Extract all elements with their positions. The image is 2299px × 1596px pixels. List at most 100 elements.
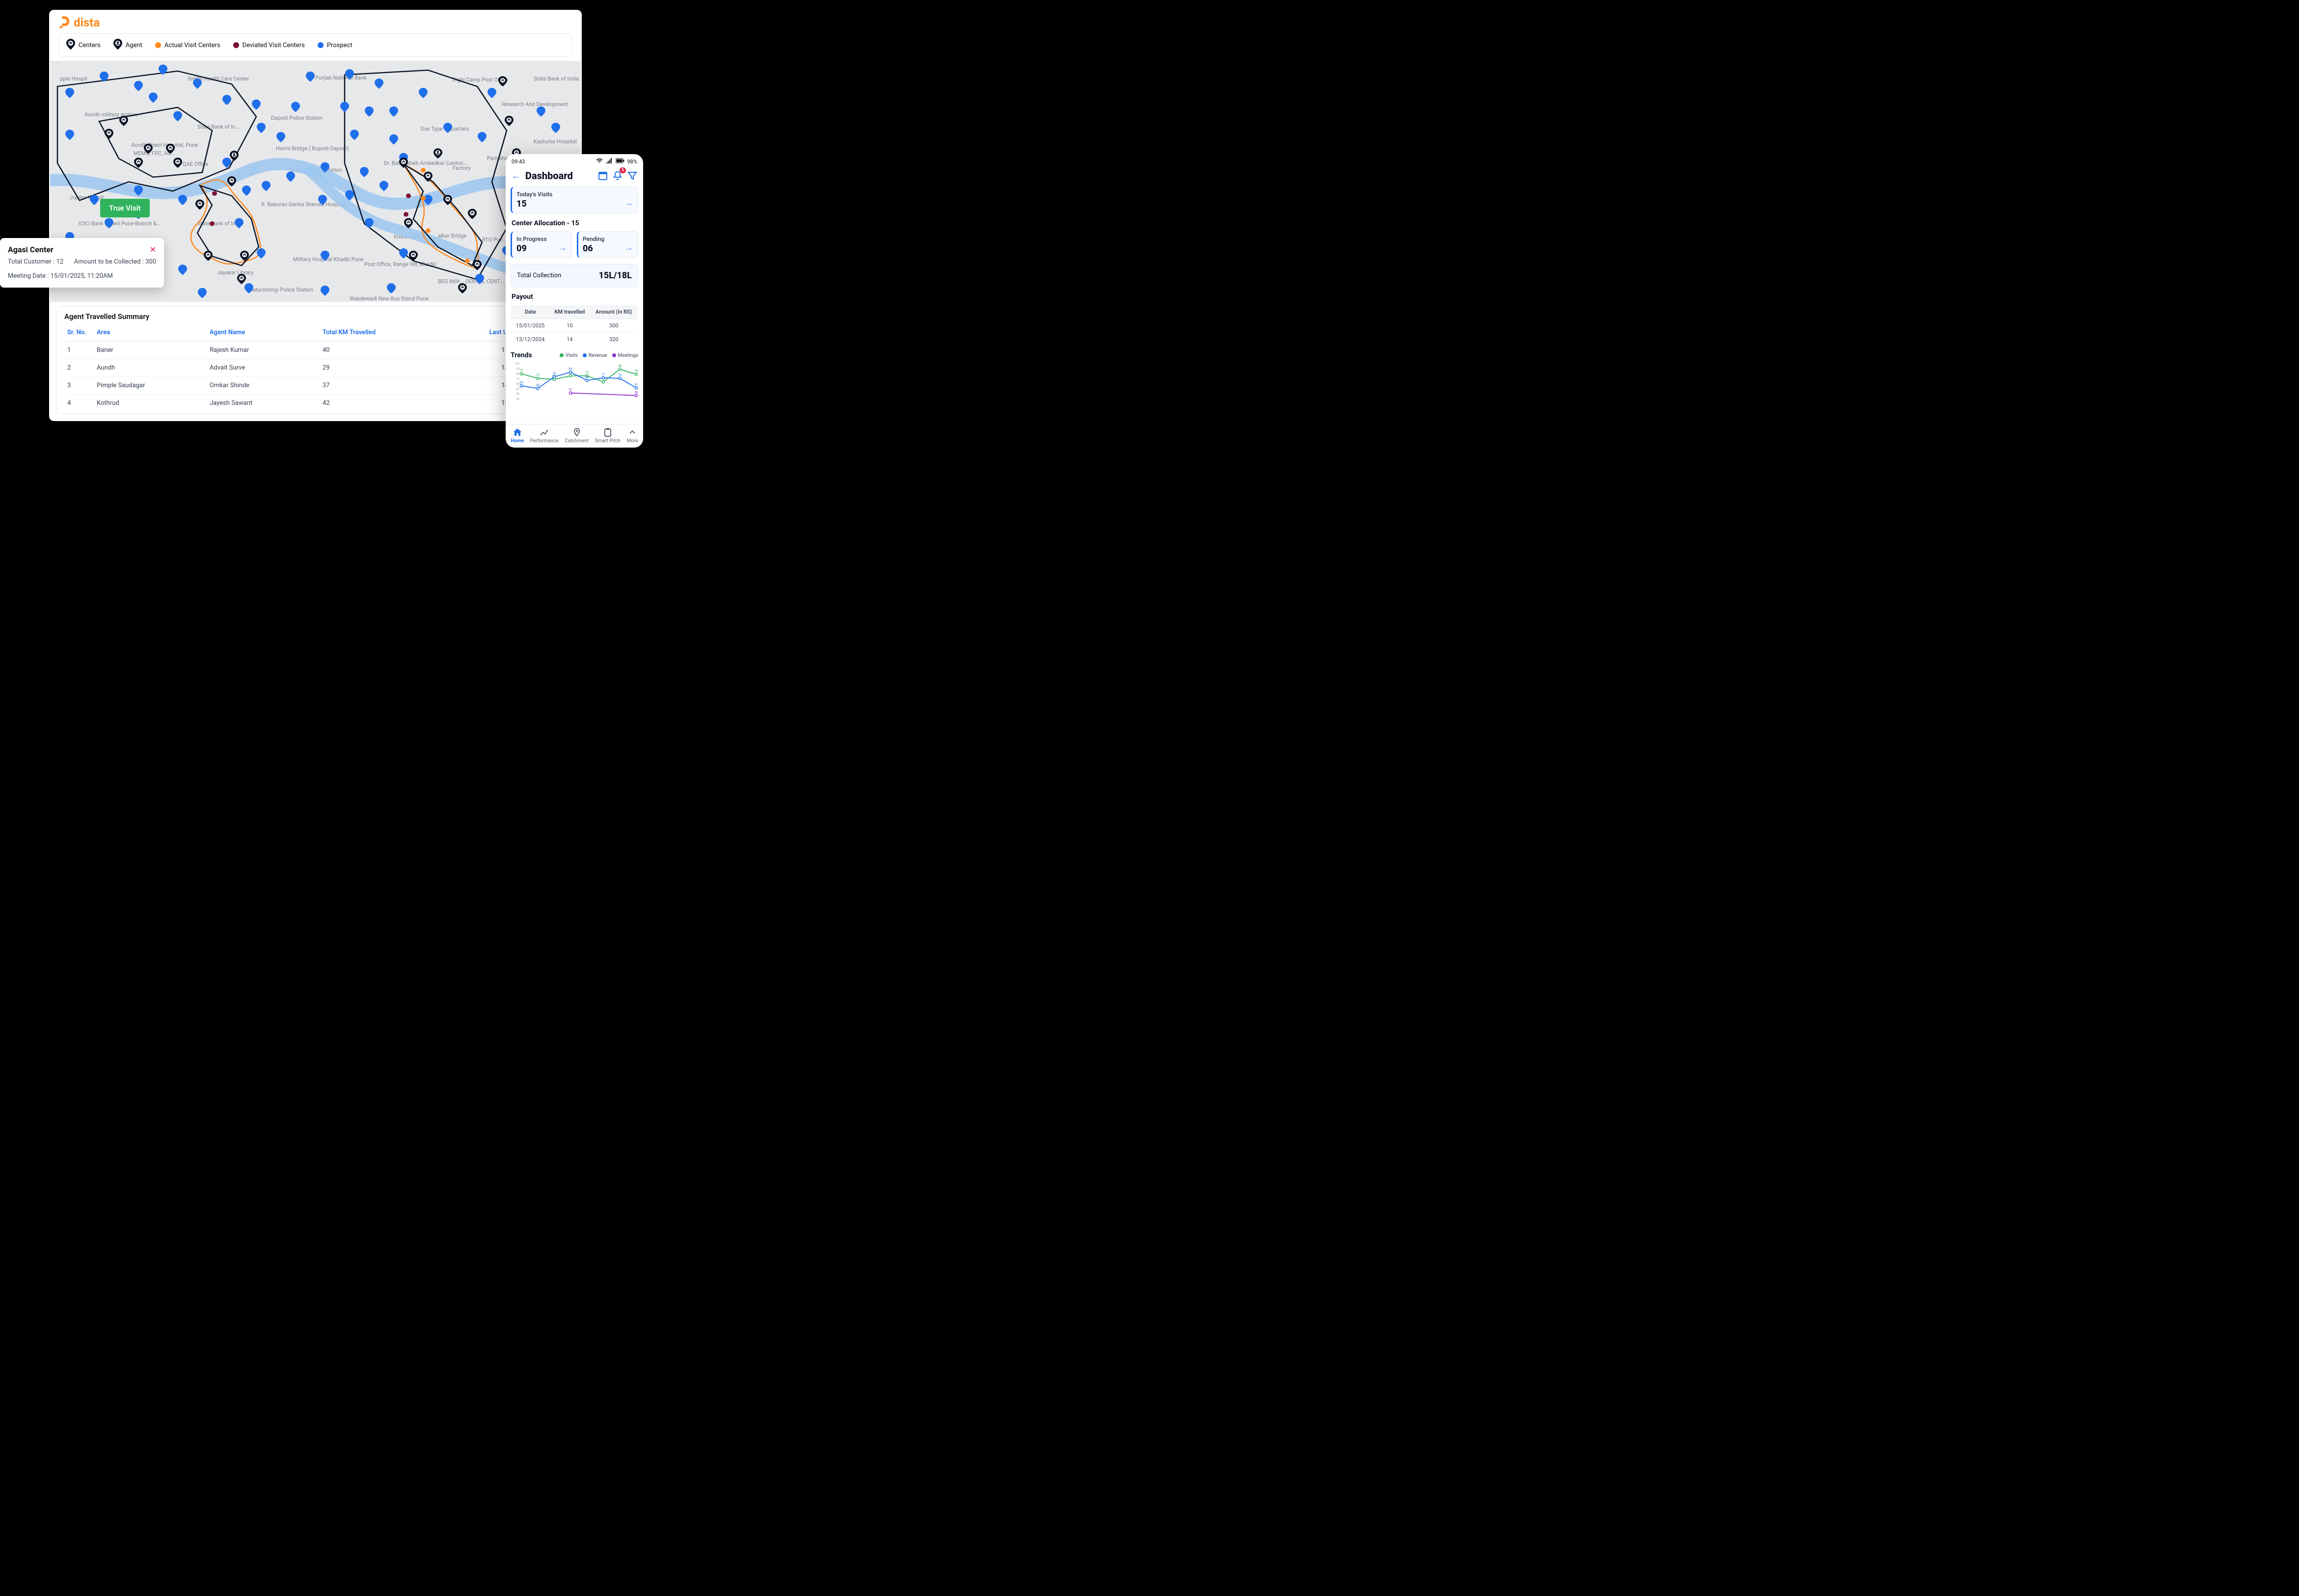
deviated-dot-icon <box>233 42 239 48</box>
table-row[interactable]: 4KothrudJayesh Sawant4213/01/2025, 05:38… <box>64 395 567 412</box>
svg-text:50: 50 <box>536 383 540 387</box>
svg-text:51: 51 <box>634 382 638 386</box>
map-legend: Centers Agent Actual Visit Centers Devia… <box>59 33 572 57</box>
home-icon <box>513 427 522 437</box>
pending-label: Pending <box>583 236 633 242</box>
table-row[interactable]: 3Pimple SaudagarOmkar Shinde3714/01/2025… <box>64 377 567 395</box>
popup-amount: Amount to be Collected : 300 <box>74 258 156 266</box>
brand-name: dista <box>74 16 100 29</box>
svg-text:100: 100 <box>514 362 520 366</box>
nav-more[interactable]: More <box>627 427 638 444</box>
trends-label: Trends <box>511 351 532 359</box>
todays-visits-label: Today's Visits <box>516 191 633 198</box>
svg-text:80: 80 <box>516 372 519 376</box>
col-area[interactable]: Area <box>94 324 207 342</box>
popup-title: Agasi Center <box>8 245 54 254</box>
total-collection-label: Total Collection <box>517 272 561 279</box>
legend-actual: Actual Visit Centers <box>155 42 220 49</box>
center-popup: Agasi Center ✕ Total Customer : 12 Amoun… <box>0 238 164 288</box>
col-sr[interactable]: Sr. No. <box>64 324 94 342</box>
payout-label: Payout <box>512 293 637 301</box>
svg-text:66: 66 <box>585 375 589 379</box>
legend-centers: Centers <box>66 39 101 52</box>
payout-col-amount[interactable]: Amount (in RS) <box>590 305 638 319</box>
wifi-icon <box>596 158 603 165</box>
total-collection-card[interactable]: Total Collection 15L/18L <box>511 264 638 287</box>
todays-visits-card[interactable]: Today's Visits 15 → <box>511 186 638 213</box>
summary-title: Agent Travelled Summary <box>64 312 567 321</box>
center-pin-icon <box>66 39 75 52</box>
svg-text:40: 40 <box>516 393 519 396</box>
svg-text:82: 82 <box>569 367 573 371</box>
chart-icon <box>540 427 549 437</box>
nav-smartpitch[interactable]: Smart Pitch <box>595 427 621 444</box>
col-agent[interactable]: Agent Name <box>207 324 320 342</box>
chevron-right-icon: → <box>559 243 567 253</box>
table-row[interactable]: 2AundhAdvait Surve2914/01/2025, 07:20PM <box>64 359 567 377</box>
svg-text:88: 88 <box>618 364 622 368</box>
payout-col-date[interactable]: Date <box>511 305 550 319</box>
agent-pin-icon <box>113 39 122 52</box>
legend-prospect: Prospect <box>318 42 352 49</box>
clipboard-icon <box>603 427 613 437</box>
visits-dot-icon <box>560 353 564 357</box>
col-km[interactable]: Total KM Travelled <box>320 324 428 342</box>
svg-text:70: 70 <box>536 373 540 377</box>
svg-text:75: 75 <box>585 371 589 374</box>
in-progress-card[interactable]: In Progress 09 → <box>511 231 572 258</box>
payout-col-km[interactable]: KM travelled <box>549 305 590 319</box>
pin-icon <box>572 427 582 437</box>
svg-text:79: 79 <box>519 369 523 372</box>
chevron-right-icon: → <box>625 243 633 253</box>
total-collection-value: 15L/18L <box>598 270 632 281</box>
nav-catchment[interactable]: Catchment <box>565 427 589 444</box>
nav-home[interactable]: Home <box>511 427 524 444</box>
summary-card: Agent Travelled Summary Sr. No. Area Age… <box>56 306 575 414</box>
trends-chart: 3040506070809010079706875756388785550738… <box>511 361 638 400</box>
page-title: Dashboard <box>525 170 593 182</box>
svg-text:55: 55 <box>519 380 523 384</box>
legend-agent: Agent <box>113 39 142 52</box>
bell-icon[interactable]: 5 <box>613 171 622 181</box>
legend-centers-label: Centers <box>79 42 101 49</box>
actual-dot-icon <box>155 42 161 48</box>
phone-device: 09:43 98% ← Dashboard 5 Today's Visits 1… <box>506 154 643 448</box>
meetings-dot-icon <box>612 353 616 357</box>
prospect-dot-icon <box>318 42 324 48</box>
filter-icon[interactable] <box>627 171 637 181</box>
chevron-right-icon: → <box>625 198 633 208</box>
chevron-up-icon <box>627 427 637 437</box>
legend-deviated-label: Deviated Visit Centers <box>243 42 305 49</box>
back-icon[interactable]: ← <box>512 171 520 181</box>
pending-card[interactable]: Pending 06 → <box>577 231 638 258</box>
revenue-dot-icon <box>583 353 587 357</box>
todays-visits-value: 15 <box>516 199 633 209</box>
legend-deviated: Deviated Visit Centers <box>233 42 305 49</box>
table-row[interactable]: 1BanerRajesh Kumar4015/01/2025, 04:30PM <box>64 342 567 359</box>
app-bar: ← Dashboard 5 <box>506 167 643 186</box>
close-icon[interactable]: ✕ <box>150 245 156 254</box>
nav-performance[interactable]: Performance <box>530 427 559 444</box>
svg-text:50: 50 <box>516 387 519 391</box>
table-row[interactable]: 15/01/202510300 <box>511 319 638 333</box>
center-allocation-label: Center Allocation - 15 <box>512 219 637 227</box>
calendar-icon[interactable] <box>598 171 608 181</box>
table-row[interactable]: 13/12/202414320 <box>511 333 638 346</box>
svg-text:70: 70 <box>618 373 622 377</box>
status-bar: 09:43 98% <box>506 154 643 167</box>
brand-logo: dista <box>59 16 572 29</box>
signal-icon <box>606 158 613 165</box>
svg-text:41: 41 <box>569 388 572 392</box>
svg-text:71: 71 <box>601 372 605 376</box>
notification-badge: 5 <box>620 167 626 173</box>
logo-mark-icon <box>59 16 71 29</box>
legend-agent-label: Agent <box>126 42 142 49</box>
svg-text:36: 36 <box>634 390 638 394</box>
svg-text:30: 30 <box>516 398 519 400</box>
status-time: 09:43 <box>512 159 525 165</box>
payout-table: Date KM travelled Amount (in RS) 15/01/2… <box>511 305 638 346</box>
legend-prospect-label: Prospect <box>327 42 352 49</box>
legend-actual-label: Actual Visit Centers <box>164 42 220 49</box>
summary-table: Sr. No. Area Agent Name Total KM Travell… <box>64 324 567 412</box>
logo-row: dista <box>49 10 582 33</box>
